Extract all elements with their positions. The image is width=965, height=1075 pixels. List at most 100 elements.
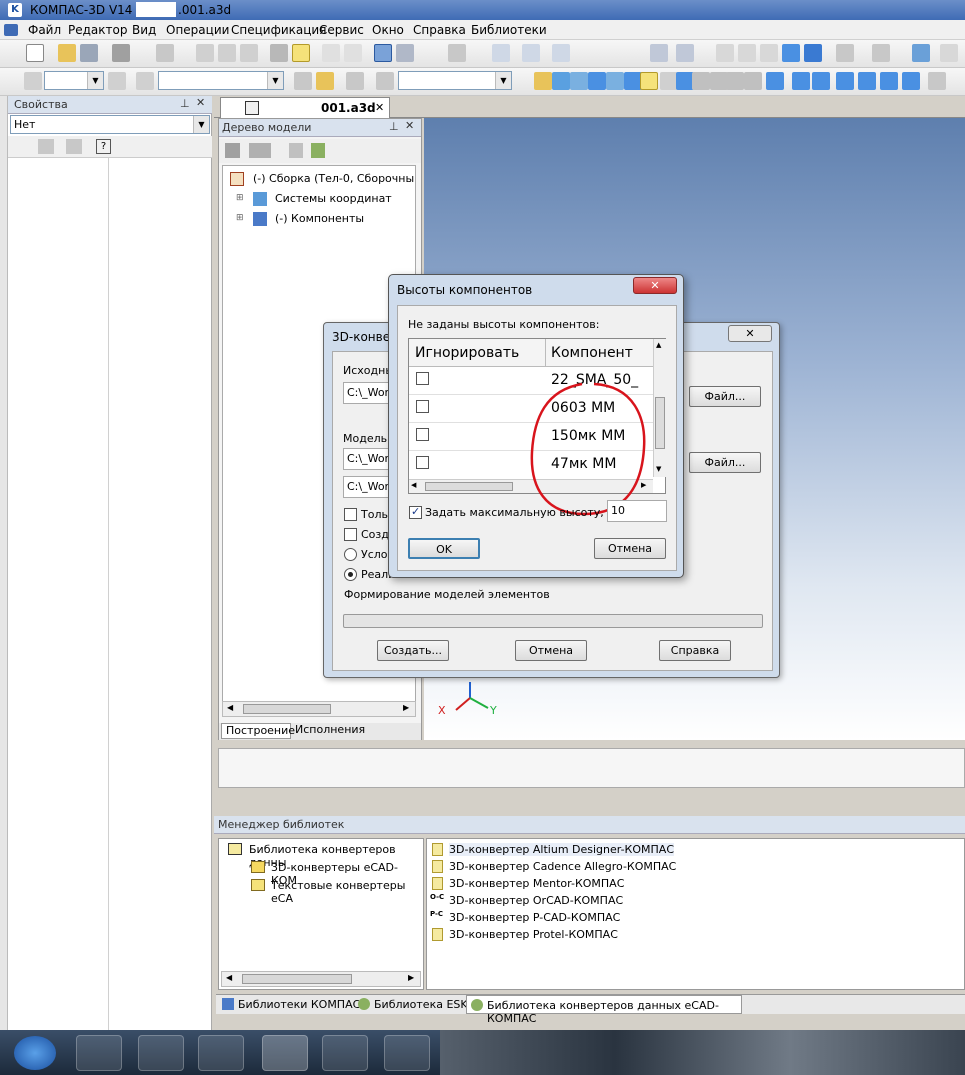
close-icon[interactable]: ✕ <box>728 325 772 342</box>
library-hscroll-thumb[interactable] <box>242 974 352 984</box>
plane-offset-icon[interactable] <box>858 72 876 90</box>
menu-service[interactable]: Сервис <box>319 23 364 37</box>
scroll-left-icon[interactable]: ◀ <box>411 481 416 489</box>
archive-icon[interactable] <box>322 1035 368 1071</box>
real-radio[interactable] <box>344 568 357 581</box>
table-vscrollbar[interactable]: ▲ ▼ <box>653 339 666 477</box>
cut-icon[interactable] <box>196 44 214 62</box>
menu-file[interactable]: Файл <box>28 23 61 37</box>
tool-icon[interactable] <box>940 44 958 62</box>
library-tree-hscrollbar[interactable]: ◀ ▶ <box>221 971 421 987</box>
menu-libraries[interactable]: Библиотеки <box>471 23 547 37</box>
list-item[interactable]: 3D-конвертер Cadence Allegro-КОМПАС <box>449 860 676 873</box>
properties-select[interactable]: Нет ▼ <box>10 115 210 134</box>
max-height-input[interactable]: 10 <box>607 500 667 522</box>
orientation-icon[interactable] <box>676 44 694 62</box>
tab-ecad-library-container[interactable]: Библиотека конвертеров данных eCAD-КОМПА… <box>466 995 742 1025</box>
conditional-radio[interactable] <box>344 548 357 561</box>
close-icon[interactable]: ✕ <box>633 277 677 294</box>
zoom-scale-icon[interactable] <box>522 44 540 62</box>
view-thin-icon[interactable] <box>760 44 778 62</box>
plane-zx-icon[interactable] <box>812 72 830 90</box>
tree-hscroll-thumb[interactable] <box>243 704 331 714</box>
table-hscroll-thumb[interactable] <box>425 482 513 491</box>
kompas-taskbar-icon[interactable] <box>262 1035 308 1071</box>
sort-icon[interactable] <box>38 139 54 154</box>
tree-structure-icon[interactable] <box>225 143 240 158</box>
menu-help[interactable]: Справка <box>413 23 466 37</box>
panel-toggle-icon[interactable] <box>374 44 392 62</box>
doc-tab[interactable]: 001.a3d ✕ <box>220 97 390 118</box>
scroll-up-icon[interactable]: ▲ <box>656 341 661 349</box>
format-brush-icon[interactable] <box>270 44 288 62</box>
variables-icon[interactable] <box>376 72 394 90</box>
tree-item-coordinates[interactable]: Системы координат <box>275 192 392 205</box>
layers-icon[interactable] <box>136 72 154 90</box>
filter-sketch-icon[interactable] <box>766 72 784 90</box>
redo-icon[interactable] <box>344 44 362 62</box>
tree-view-mode-icon[interactable] <box>249 143 271 158</box>
file-button-1[interactable]: Файл... <box>689 386 761 407</box>
snap-options-icon[interactable] <box>928 72 946 90</box>
new-file-icon[interactable] <box>26 44 44 62</box>
explorer-icon[interactable] <box>138 1035 184 1071</box>
filter-parts-icon[interactable] <box>552 72 570 90</box>
preview-icon[interactable] <box>156 44 174 62</box>
column-ignore[interactable]: Игнорировать <box>415 345 519 361</box>
view-wireframe-icon[interactable] <box>716 44 734 62</box>
ignore-checkbox[interactable] <box>416 456 429 469</box>
tree-hscrollbar[interactable]: ◀ ▶ <box>222 701 416 717</box>
scroll-left-icon[interactable]: ◀ <box>226 973 232 982</box>
coordinate-system-icon[interactable] <box>24 72 42 90</box>
state-combo-3[interactable]: ▼ <box>398 71 512 90</box>
rebuild-icon[interactable] <box>346 72 364 90</box>
sketch-icon[interactable] <box>294 72 312 90</box>
open-folder-icon[interactable] <box>58 44 76 62</box>
plane-tangent-icon[interactable] <box>902 72 920 90</box>
zoom-in-icon[interactable] <box>552 44 570 62</box>
filter-active-icon[interactable] <box>640 72 658 90</box>
save-icon[interactable] <box>80 44 98 62</box>
ok-button[interactable]: OK <box>408 538 480 559</box>
view-shaded-icon[interactable] <box>782 44 800 62</box>
cancel-button[interactable]: Отмена <box>515 640 587 661</box>
expand-icon[interactable]: ⊞ <box>236 213 244 223</box>
filter-notes-icon[interactable] <box>744 72 762 90</box>
rotate-icon[interactable] <box>650 44 668 62</box>
filter-bodies-icon[interactable] <box>534 72 552 90</box>
category-icon[interactable] <box>66 139 82 154</box>
list-item[interactable]: 3D-конвертер Altium Designer-КОМПАС <box>449 843 674 856</box>
edit-part-icon[interactable] <box>316 72 334 90</box>
tree-filter-icon[interactable] <box>289 143 303 158</box>
ignore-checkbox[interactable] <box>416 372 429 385</box>
only-checkbox[interactable] <box>344 508 357 521</box>
doc-menu-icon[interactable] <box>4 24 18 36</box>
menu-view[interactable]: Вид <box>132 23 156 37</box>
plane-zy-icon[interactable] <box>836 72 854 90</box>
table-vscroll-thumb[interactable] <box>655 397 665 449</box>
expand-icon[interactable]: ⊞ <box>236 193 244 203</box>
media-player-icon[interactable] <box>198 1035 244 1071</box>
filter-faces-icon[interactable] <box>570 72 588 90</box>
pin-icon[interactable]: ⊥ <box>389 120 399 133</box>
state-combo-1[interactable]: ▼ <box>44 71 104 90</box>
browser-icon[interactable] <box>76 1035 122 1071</box>
tab-esk-library[interactable]: Библиотека ESK <box>374 998 468 1011</box>
tree-export-icon[interactable] <box>311 143 325 158</box>
print-icon[interactable] <box>112 44 130 62</box>
list-item[interactable]: 3D-конвертер P-CAD-КОМПАС <box>449 911 620 924</box>
list-item[interactable]: 3D-конвертер OrCAD-КОМПАС <box>449 894 623 907</box>
view-hidden-icon[interactable] <box>738 44 756 62</box>
help-button[interactable]: Справка <box>659 640 731 661</box>
tab-kompas-libraries[interactable]: Библиотеки КОМПАС <box>238 998 360 1011</box>
zoom-window-icon[interactable] <box>492 44 510 62</box>
library-tree-text[interactable]: Текстовые конвертеры eCA <box>271 879 423 905</box>
manager-icon[interactable] <box>912 44 930 62</box>
menu-operations[interactable]: Операции <box>166 23 229 37</box>
ignore-checkbox[interactable] <box>416 400 429 413</box>
view-shaded-edges-icon[interactable] <box>804 44 822 62</box>
copy-icon[interactable] <box>218 44 236 62</box>
max-height-checkbox[interactable]: ✓ <box>409 505 422 519</box>
snap-icon[interactable] <box>872 44 890 62</box>
tree-toggle-icon[interactable] <box>396 44 414 62</box>
